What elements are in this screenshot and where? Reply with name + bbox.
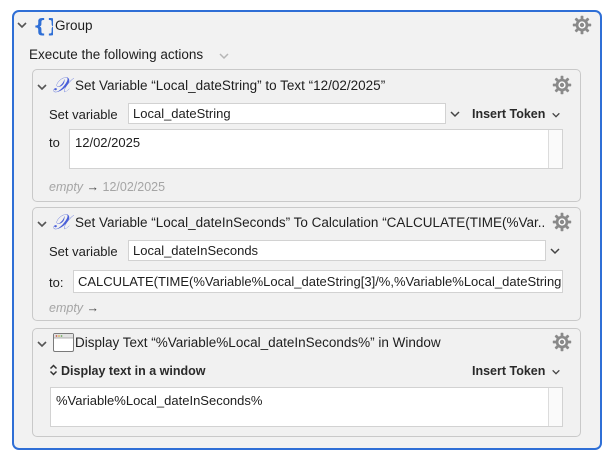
execute-actions-chevron-icon[interactable] <box>218 50 230 62</box>
up-down-chevron-icon <box>49 364 58 376</box>
action1-text-value-area[interactable]: 12/02/2025 <box>69 129 563 169</box>
group-braces-icon: {} <box>33 14 60 37</box>
group-gear-icon[interactable] <box>572 15 592 35</box>
action3-text-value: %Variable%Local_dateInSeconds% <box>56 393 263 408</box>
result-arrow: → <box>86 301 100 315</box>
action1-collapse-chevron-icon[interactable] <box>36 81 48 93</box>
window-icon <box>53 332 74 353</box>
variable-x-icon: 𝒳 <box>52 210 77 234</box>
action-set-variable-datestring: 𝒳 Set Variable “Local_dateString” to Tex… <box>32 69 581 202</box>
result-empty-label: empty <box>49 301 84 315</box>
action2-title: Set Variable “Local_dateInSeconds” To Ca… <box>75 215 545 230</box>
execute-actions-label: Execute the following actions <box>29 47 204 62</box>
action2-to-label: to: <box>49 275 64 290</box>
action1-result-preview: empty → 12/02/2025 <box>49 180 165 194</box>
svg-text:{}: {} <box>33 15 53 36</box>
action2-collapse-chevron-icon[interactable] <box>36 218 48 230</box>
action3-text-value-area[interactable]: %Variable%Local_dateInSeconds% <box>50 387 563 427</box>
action1-set-variable-label: Set variable <box>49 107 118 122</box>
group-title: Group <box>55 18 93 33</box>
action3-collapse-chevron-icon[interactable] <box>36 338 48 350</box>
action-set-variable-dateinseconds: 𝒳 Set Variable “Local_dateInSeconds” To … <box>32 207 581 321</box>
action3-gear-icon[interactable] <box>552 332 572 352</box>
action2-set-variable-label: Set variable <box>49 244 118 259</box>
insert-token-label: Insert Token <box>472 107 546 121</box>
result-empty-label: empty <box>49 180 84 194</box>
result-value: 12/02/2025 <box>102 180 166 194</box>
action1-gear-icon[interactable] <box>552 75 572 95</box>
action2-calculation-field[interactable]: CALCULATE(TIME(%Variable%Local_dateStrin… <box>73 270 563 293</box>
group-collapse-chevron-icon[interactable] <box>16 19 28 31</box>
action2-gear-icon[interactable] <box>552 212 572 232</box>
svg-text:𝒳: 𝒳 <box>53 74 74 96</box>
insert-token-label: Insert Token <box>472 364 546 378</box>
action1-variable-name-field[interactable]: Local_dateString <box>128 103 446 124</box>
action3-insert-token-button[interactable]: Insert Token <box>472 364 561 378</box>
display-mode-label: Display text in a window <box>61 364 206 378</box>
action1-text-scrollbar[interactable] <box>548 130 562 168</box>
action-display-text-window: Display Text “%Variable%Local_dateInSeco… <box>32 328 581 437</box>
action3-title: Display Text “%Variable%Local_dateInSeco… <box>75 335 441 350</box>
action2-result-preview: empty → <box>49 301 99 315</box>
insert-token-chevron-icon <box>552 369 560 375</box>
action1-title: Set Variable “Local_dateString” to Text … <box>75 78 386 93</box>
result-arrow: → <box>86 180 100 194</box>
svg-text:𝒳: 𝒳 <box>53 211 74 233</box>
action2-variable-dropdown-icon[interactable] <box>549 245 561 257</box>
action2-variable-name-field[interactable]: Local_dateInSeconds <box>128 240 546 261</box>
insert-token-chevron-icon <box>552 112 560 118</box>
action3-text-scrollbar[interactable] <box>548 388 562 426</box>
action1-insert-token-button[interactable]: Insert Token <box>472 107 561 121</box>
action3-display-mode-popup[interactable]: Display text in a window <box>49 364 205 378</box>
action1-variable-dropdown-icon[interactable] <box>449 108 461 120</box>
action1-text-value: 12/02/2025 <box>75 135 141 150</box>
action1-to-label: to <box>49 135 60 150</box>
variable-x-icon: 𝒳 <box>52 73 77 97</box>
